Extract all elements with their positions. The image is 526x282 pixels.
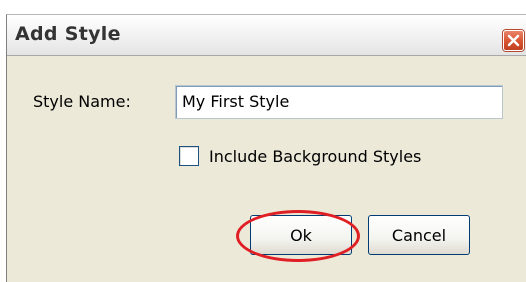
close-button[interactable] <box>503 30 524 51</box>
include-background-label[interactable]: Include Background Styles <box>209 147 421 166</box>
include-background-checkbox[interactable] <box>179 146 199 166</box>
dialog-title: Add Style <box>15 23 121 45</box>
style-name-input[interactable]: My First Style <box>175 85 503 119</box>
cancel-button[interactable]: Cancel <box>368 215 470 255</box>
ok-button[interactable]: Ok <box>250 215 352 255</box>
style-name-label: Style Name: <box>33 92 131 111</box>
title-bar[interactable]: Add Style <box>7 15 526 56</box>
close-icon <box>507 34 520 47</box>
